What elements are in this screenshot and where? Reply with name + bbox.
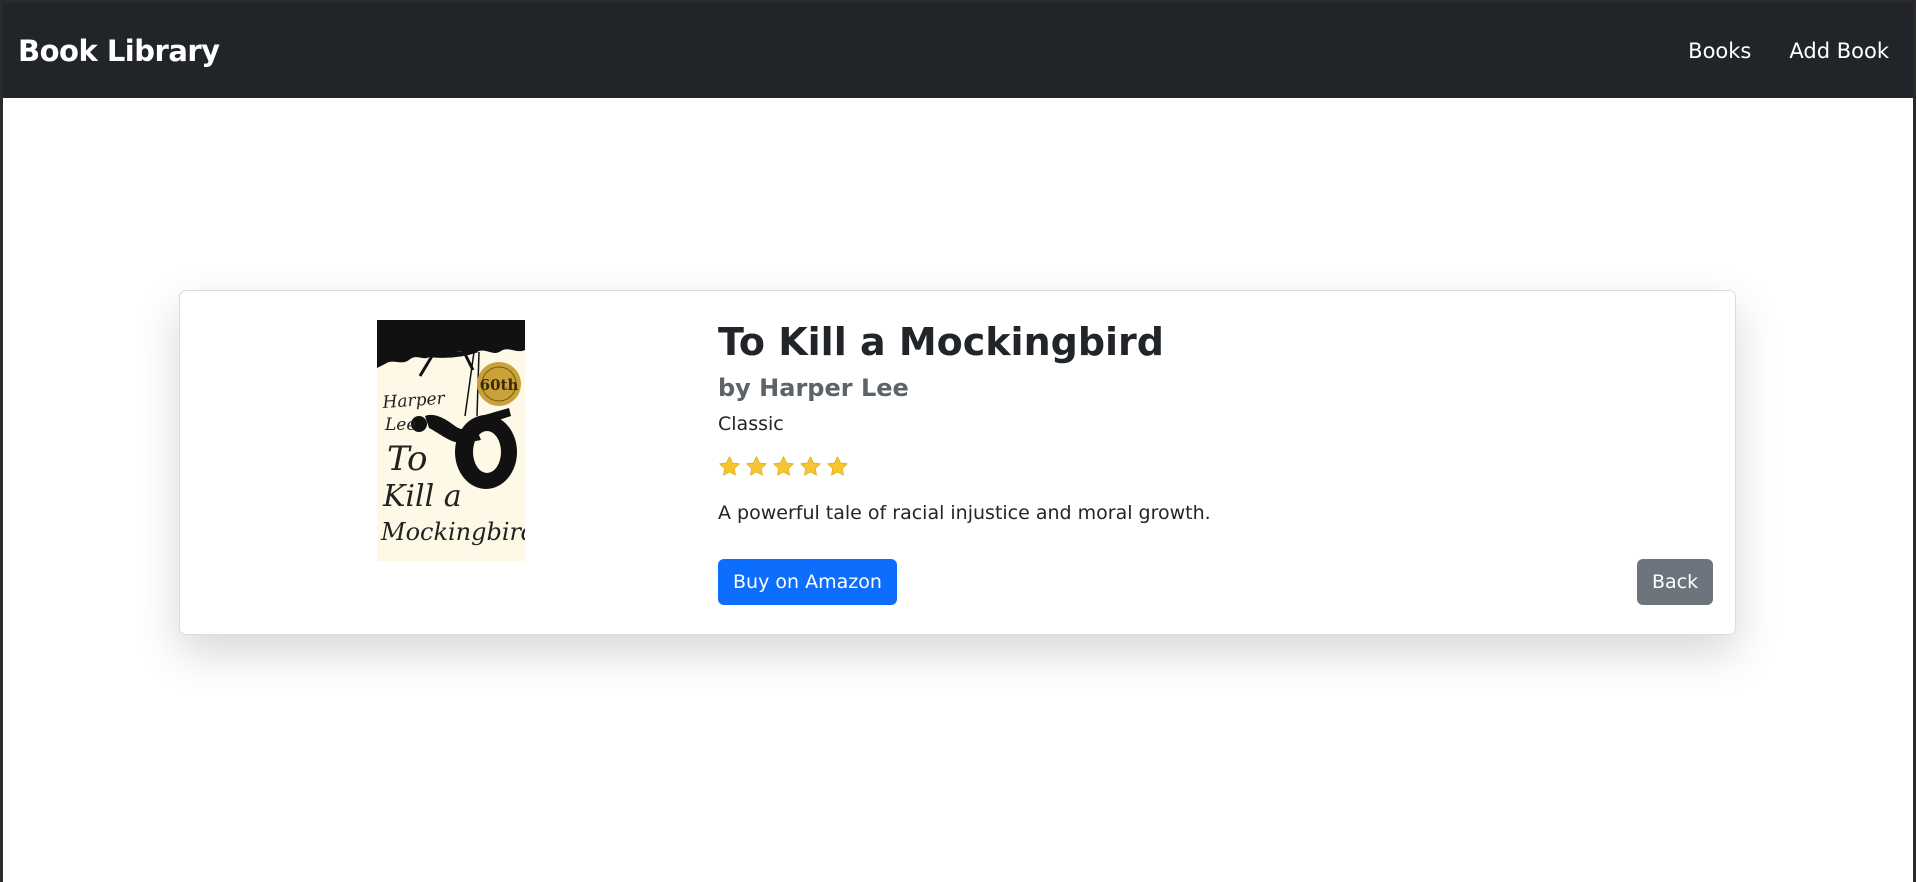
book-author: by Harper Lee — [718, 373, 909, 402]
book-details: To Kill a Mockingbird by Harper Lee Clas… — [718, 320, 1698, 524]
book-title: To Kill a Mockingbird — [718, 320, 1164, 364]
star-icon — [773, 456, 794, 476]
badge-text: 60th — [480, 376, 519, 394]
svg-text:Mockingbird: Mockingbird — [380, 518, 525, 546]
star-icon — [719, 456, 740, 476]
star-icon — [827, 456, 848, 476]
star-icon — [800, 456, 821, 476]
buy-on-amazon-button[interactable]: Buy on Amazon — [718, 559, 897, 605]
app-window: Book Library Books Add Book 60th Harper … — [3, 3, 1913, 882]
brand-link[interactable]: Book Library — [18, 34, 220, 68]
nav-link-books[interactable]: Books — [1688, 39, 1751, 63]
nav-links: Books Add Book — [1688, 39, 1889, 63]
star-rating — [718, 453, 1698, 481]
star-icon — [746, 456, 767, 476]
book-detail-card: 60th Harper Lee To Kill a Mockingbird To… — [179, 290, 1736, 635]
book-description: A powerful tale of racial injustice and … — [718, 501, 1211, 524]
svg-text:Lee: Lee — [384, 415, 416, 435]
book-cover-image: 60th Harper Lee To Kill a Mockingbird — [377, 320, 525, 561]
back-button[interactable]: Back — [1637, 559, 1714, 605]
nav-link-add-book[interactable]: Add Book — [1789, 39, 1889, 63]
svg-text:Kill a: Kill a — [382, 479, 462, 514]
navbar: Book Library Books Add Book — [3, 3, 1913, 98]
book-genre: Classic — [718, 412, 784, 435]
svg-text:To: To — [387, 439, 428, 479]
